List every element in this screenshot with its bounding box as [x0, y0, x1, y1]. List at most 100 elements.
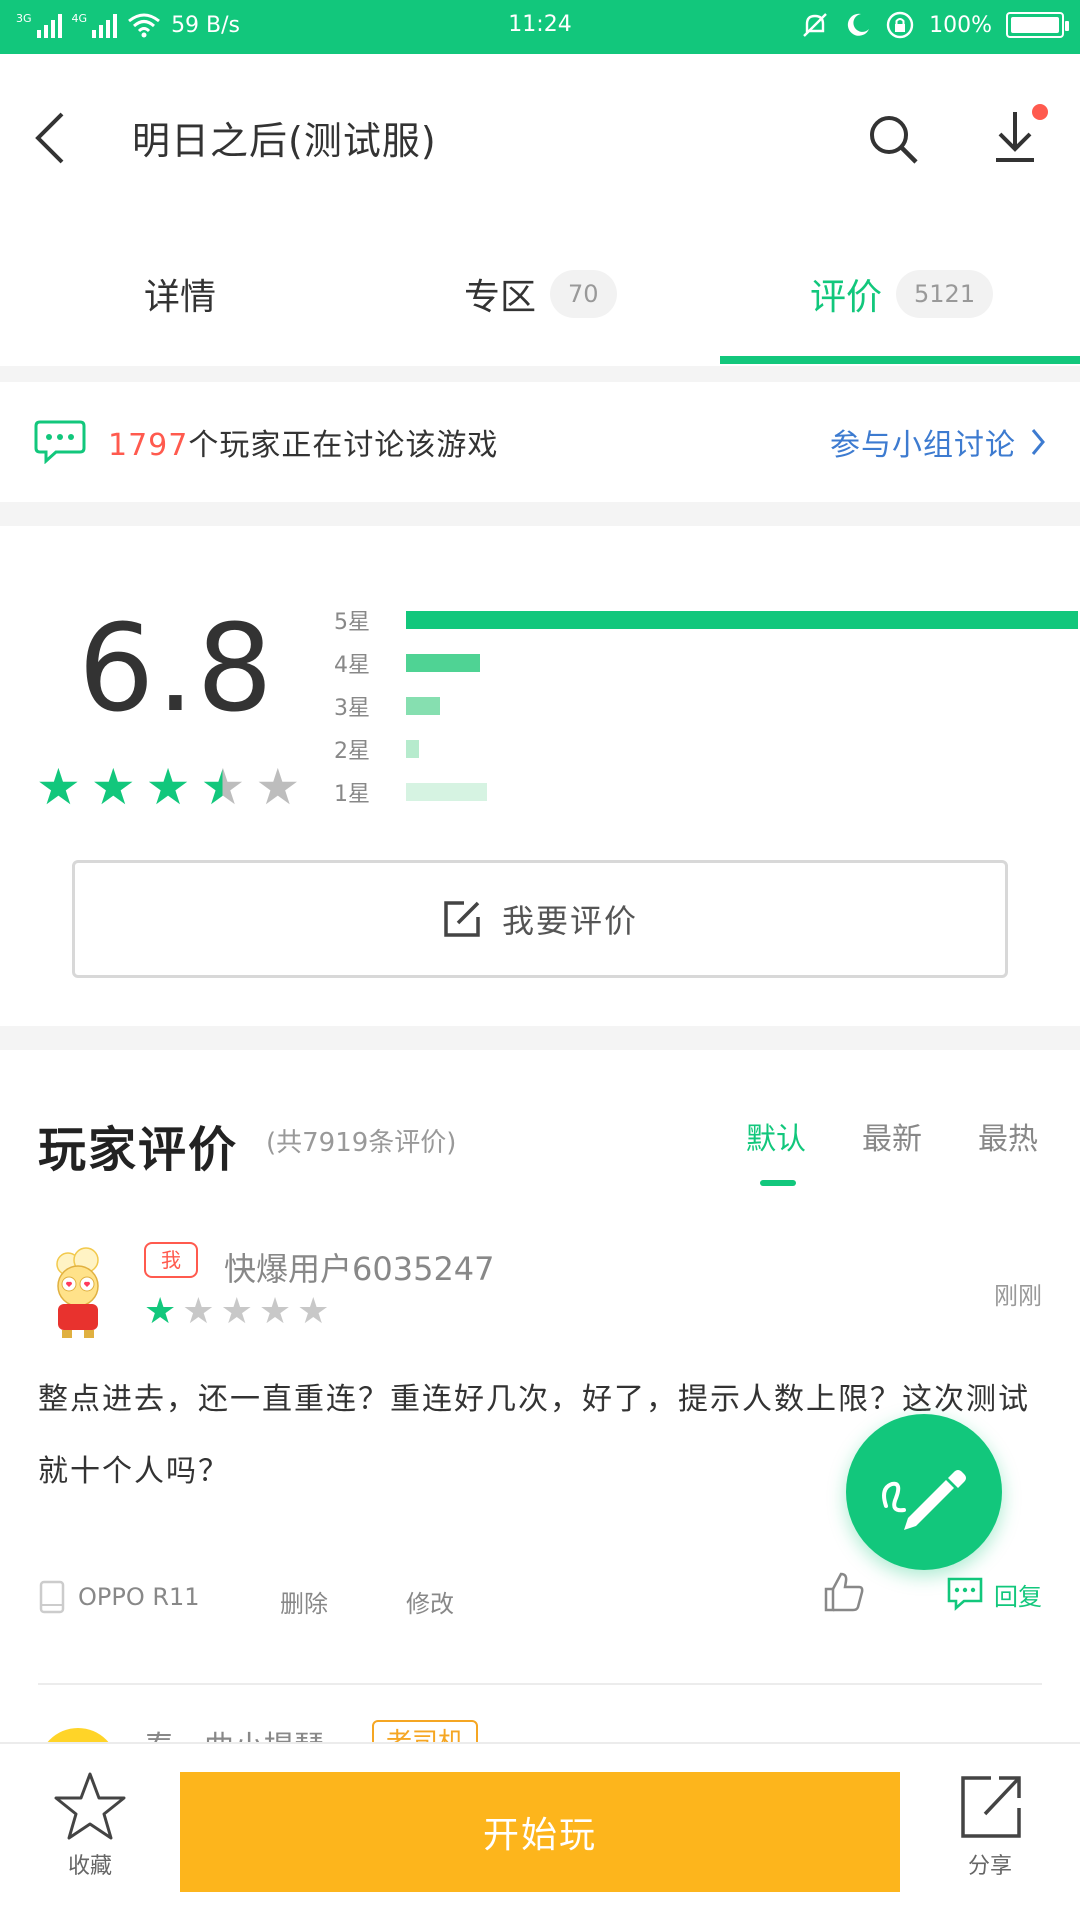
- discussion-label: 个玩家正在讨论该游戏: [188, 428, 499, 463]
- collect-label: 收藏: [67, 1854, 112, 1879]
- distribution-row: 4星: [334, 641, 1078, 684]
- chat-bubble-icon: [34, 420, 86, 464]
- distribution-label: 4星: [334, 652, 370, 678]
- star-icon: ★: [255, 758, 301, 816]
- reply-label: 回复: [994, 1582, 1042, 1611]
- reviews-header: 玩家评价 (共7919条评价) 默认 最新 最热: [0, 1050, 1080, 1200]
- battery-icon: [1006, 12, 1069, 38]
- search-icon[interactable]: [866, 112, 920, 166]
- notification-dot: [1032, 104, 1048, 120]
- tab-label: 详情: [144, 277, 217, 318]
- avatar[interactable]: [38, 1244, 122, 1340]
- share-button[interactable]: 分享: [950, 1770, 1030, 1880]
- average-stars: ★ ★ ★ ★ ★: [36, 762, 300, 812]
- tab-reviews[interactable]: 评价 5121: [810, 268, 994, 320]
- write-review-label: 我要评价: [501, 902, 638, 940]
- delete-button[interactable]: 删除: [280, 1584, 328, 1619]
- distribution-label: 2星: [334, 738, 370, 764]
- rating-distribution: 5星 4星 3星 2星 1星: [334, 598, 1078, 813]
- review-actions: OPPO R11 删除 修改 回复: [38, 1570, 1042, 1630]
- distribution-label: 3星: [334, 695, 370, 721]
- distribution-bar: [406, 653, 480, 672]
- next-review-item: 春一曲小提琴 老司机: [0, 1700, 1080, 1744]
- chevron-right-icon: [1031, 429, 1045, 455]
- active-tab-indicator: [720, 356, 1080, 364]
- average-score: 6.8: [78, 600, 275, 739]
- star-icon: ★: [297, 1291, 330, 1332]
- discussion-count: 1797: [108, 428, 189, 463]
- device-info: OPPO R11: [38, 1580, 200, 1614]
- rating-summary: 6.8 ★ ★ ★ ★ ★ 5星 4星 3星 2星 1星 我要评价: [0, 526, 1080, 1026]
- tab-label: 评价: [810, 277, 883, 318]
- distribution-label: 5星: [334, 609, 370, 635]
- active-sort-indicator: [760, 1180, 796, 1186]
- sort-hottest[interactable]: 最热: [978, 1114, 1038, 1158]
- distribution-bar: [406, 782, 487, 801]
- collect-button[interactable]: 收藏: [50, 1770, 130, 1880]
- page-title: 明日之后(测试服): [132, 119, 437, 163]
- distribution-label: 1星: [334, 781, 370, 807]
- section-divider: [0, 1026, 1080, 1050]
- star-icon: ★: [36, 758, 81, 816]
- star-icon: ★: [220, 1291, 253, 1332]
- battery-percent: 100%: [929, 12, 992, 38]
- join-group-link[interactable]: 参与小组讨论: [830, 420, 1046, 464]
- sort-default[interactable]: 默认: [746, 1114, 806, 1158]
- discussion-text: 1797个玩家正在讨论该游戏: [108, 420, 498, 464]
- share-label: 分享: [967, 1854, 1012, 1879]
- edit-button[interactable]: 修改: [406, 1584, 454, 1619]
- share-icon: [961, 1776, 1021, 1838]
- status-bar: 3G 4G 59 B/s 11:24 100%: [0, 0, 1080, 54]
- star-icon: ★: [182, 1291, 215, 1332]
- write-review-button[interactable]: 我要评价: [72, 860, 1008, 978]
- user-badge: 老司机: [372, 1720, 479, 1744]
- distribution-row: 5星: [334, 598, 1078, 641]
- tab-bar: 详情 专区 70 评价 5121: [0, 218, 1080, 366]
- bottom-bar: 收藏 开始玩 分享: [0, 1742, 1080, 1920]
- app-header: 明日之后(测试服): [0, 54, 1080, 218]
- reviews-count: (共7919条评价): [266, 1128, 457, 1158]
- star-icon: ★: [144, 1291, 177, 1332]
- review-divider: [38, 1683, 1042, 1685]
- distribution-row: 1星: [334, 770, 1078, 813]
- section-divider: [0, 366, 1080, 382]
- star-icon: ★: [145, 758, 191, 816]
- floating-write-button[interactable]: [846, 1414, 1002, 1570]
- review-time: 刚刚: [994, 1282, 1042, 1310]
- rotation-lock-icon: [886, 11, 914, 39]
- review-username[interactable]: 快爆用户6035247: [224, 1244, 495, 1290]
- section-divider: [0, 502, 1080, 526]
- back-arrow-icon[interactable]: [28, 108, 76, 168]
- review-username[interactable]: 春一曲小提琴: [144, 1722, 324, 1744]
- phone-icon: [39, 1580, 65, 1614]
- moon-icon: [847, 13, 870, 36]
- review-stars: ★ ★ ★ ★ ★: [144, 1294, 329, 1330]
- comment-icon: [947, 1577, 983, 1611]
- star-icon: ★: [90, 758, 136, 816]
- star-icon: ★: [200, 758, 246, 816]
- tab-zone[interactable]: 专区 70: [464, 268, 617, 320]
- distribution-bar: [406, 696, 440, 715]
- discussion-banner[interactable]: 1797个玩家正在讨论该游戏 参与小组讨论: [0, 382, 1080, 502]
- start-play-button[interactable]: 开始玩: [180, 1772, 900, 1892]
- distribution-row: 3星: [334, 684, 1078, 727]
- tab-details[interactable]: 详情: [144, 268, 216, 320]
- join-group-label: 参与小组讨论: [830, 428, 1016, 463]
- thumbs-up-icon[interactable]: [822, 1570, 866, 1614]
- edit-icon: [444, 901, 480, 937]
- star-outline-icon: [54, 1772, 126, 1840]
- distribution-bar: [406, 610, 1078, 629]
- mute-icon: [803, 13, 827, 37]
- star-icon: ★: [258, 1291, 292, 1332]
- reply-button[interactable]: 回复: [946, 1576, 1042, 1612]
- tab-count-badge: 70: [550, 270, 617, 318]
- distribution-bar: [406, 739, 419, 758]
- sort-newest[interactable]: 最新: [862, 1114, 922, 1158]
- distribution-row: 2星: [334, 727, 1078, 770]
- tab-count-badge: 5121: [896, 270, 994, 318]
- me-badge: 我: [144, 1242, 198, 1278]
- device-name: OPPO R11: [78, 1583, 200, 1611]
- tab-label: 专区: [464, 277, 537, 318]
- pen-icon: [882, 1470, 966, 1530]
- reviews-title: 玩家评价: [38, 1122, 239, 1178]
